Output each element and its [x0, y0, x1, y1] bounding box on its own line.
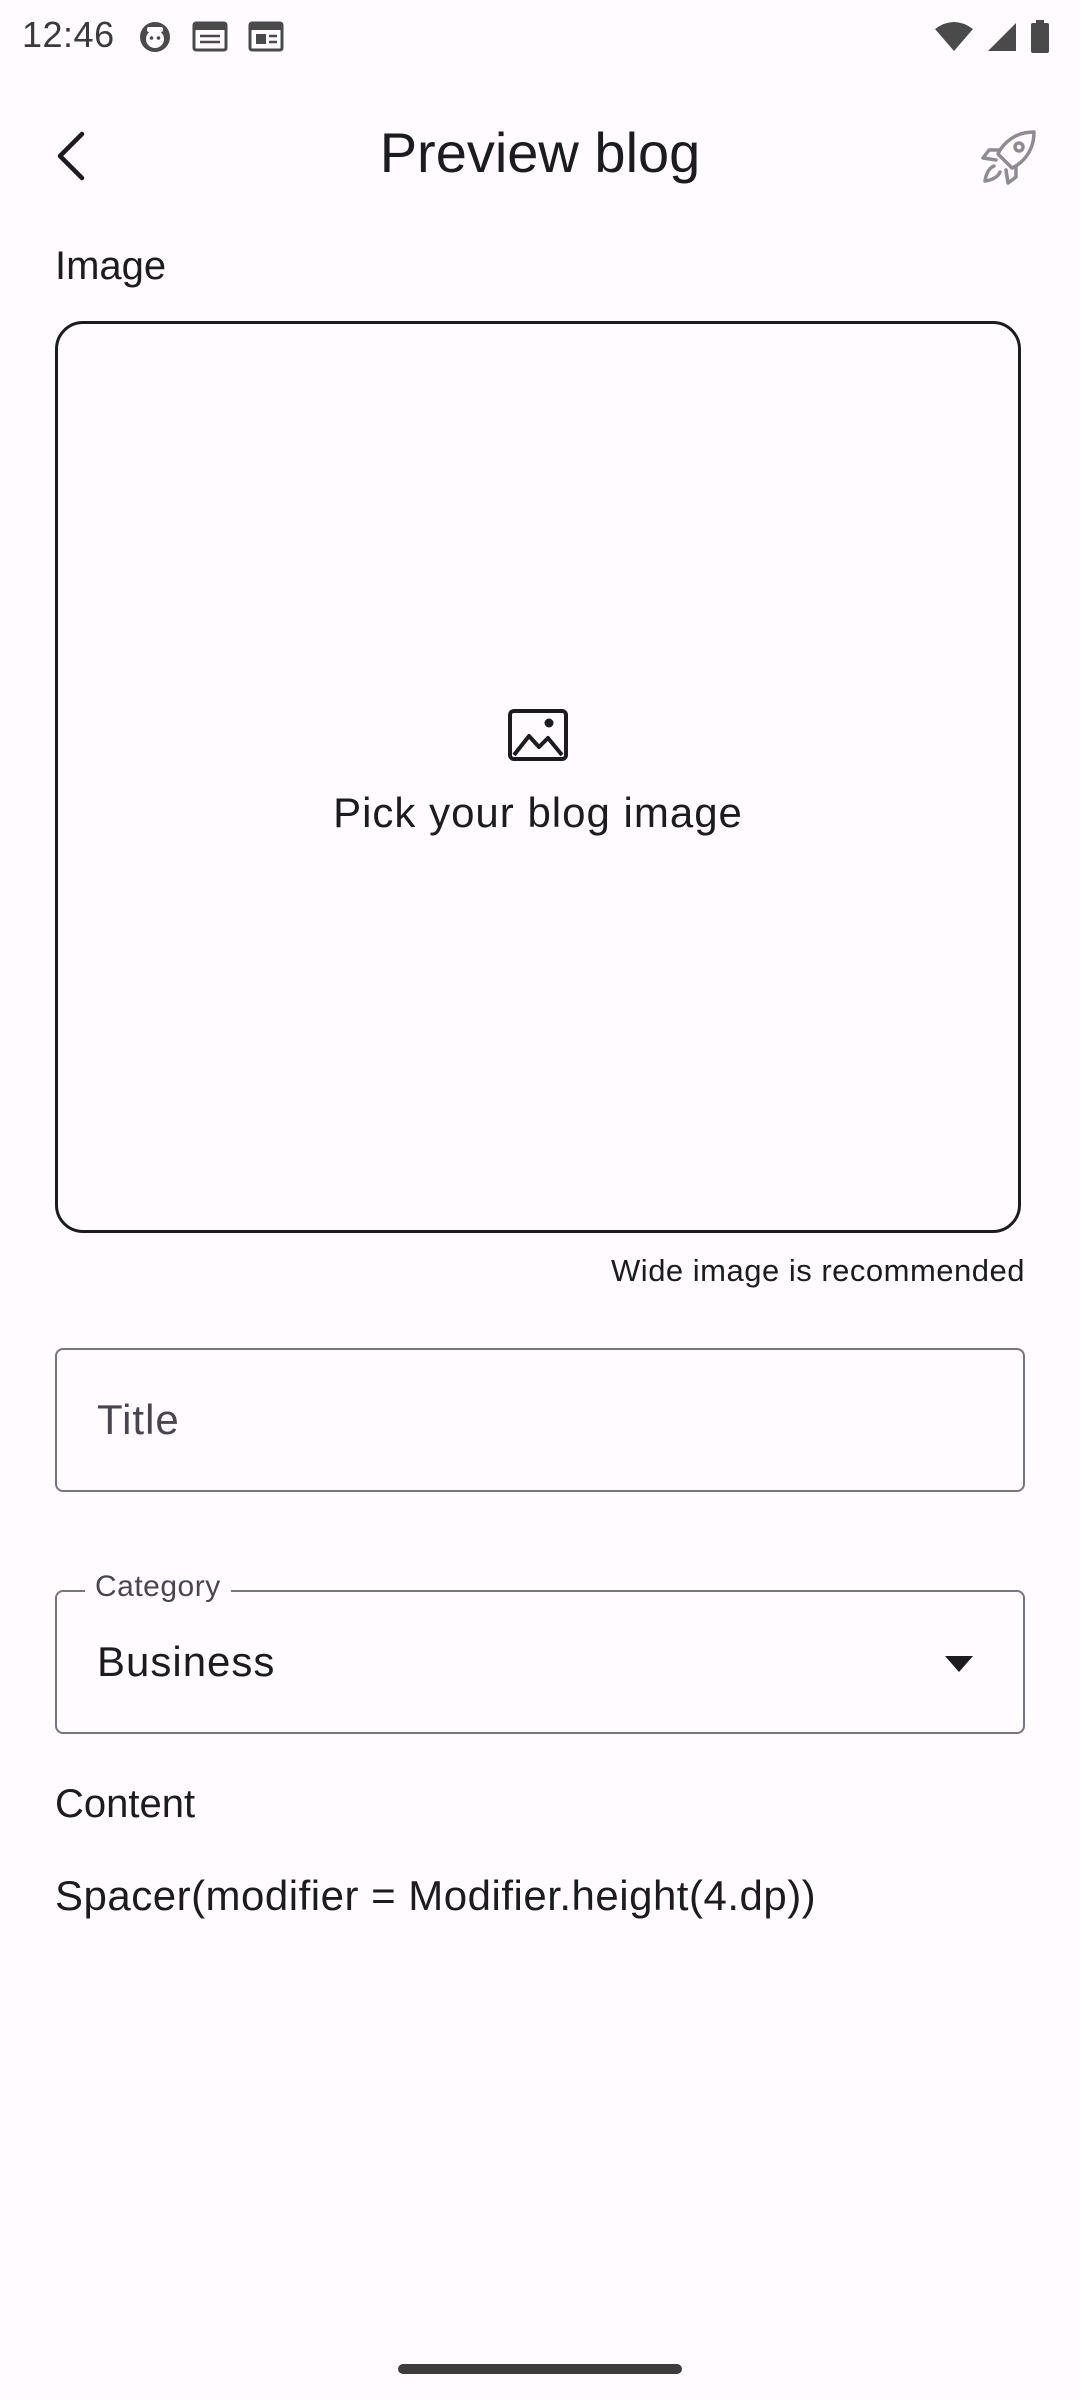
category-label: Category: [85, 1570, 231, 1604]
category-dropdown[interactable]: Category Business: [55, 1570, 1025, 1734]
dropdown-arrow-icon[interactable]: [939, 1650, 979, 1678]
cellular-signal-icon: [986, 21, 1018, 58]
picker-text: Pick your blog image: [333, 788, 743, 836]
calendar-notification-icon: [192, 20, 228, 59]
notification-icons: [138, 20, 284, 59]
content-body[interactable]: Spacer(modifier = Modifier.height(4.dp)): [55, 1872, 816, 1920]
rocket-icon: [980, 128, 1038, 191]
image-picker-content: Pick your blog image: [333, 708, 743, 837]
gesture-navigation-bar[interactable]: [398, 2364, 682, 2374]
page-title: Preview blog: [379, 121, 701, 184]
content-section-label: Content: [55, 1782, 196, 1826]
battery-icon: [1030, 20, 1050, 59]
publish-button[interactable]: [974, 124, 1044, 194]
system-status-icons: [934, 20, 1050, 59]
wifi-icon: [934, 21, 974, 58]
status-time: 12:46: [22, 14, 115, 55]
blog-image-picker[interactable]: Pick your blog image: [55, 321, 1021, 1233]
image-section-label: Image: [55, 244, 167, 288]
calendar-notification-icon: [248, 20, 284, 59]
top-app-bar: Preview blog: [0, 96, 1080, 220]
status-bar: 12:46: [0, 0, 1080, 76]
image-hint-text: Wide image is recommended: [611, 1253, 1025, 1288]
image-icon: [507, 708, 569, 767]
title-placeholder: Title: [97, 1396, 180, 1443]
face-notification-icon: [138, 20, 172, 59]
category-value: Business: [97, 1638, 276, 1685]
title-field[interactable]: Title: [55, 1348, 1025, 1492]
